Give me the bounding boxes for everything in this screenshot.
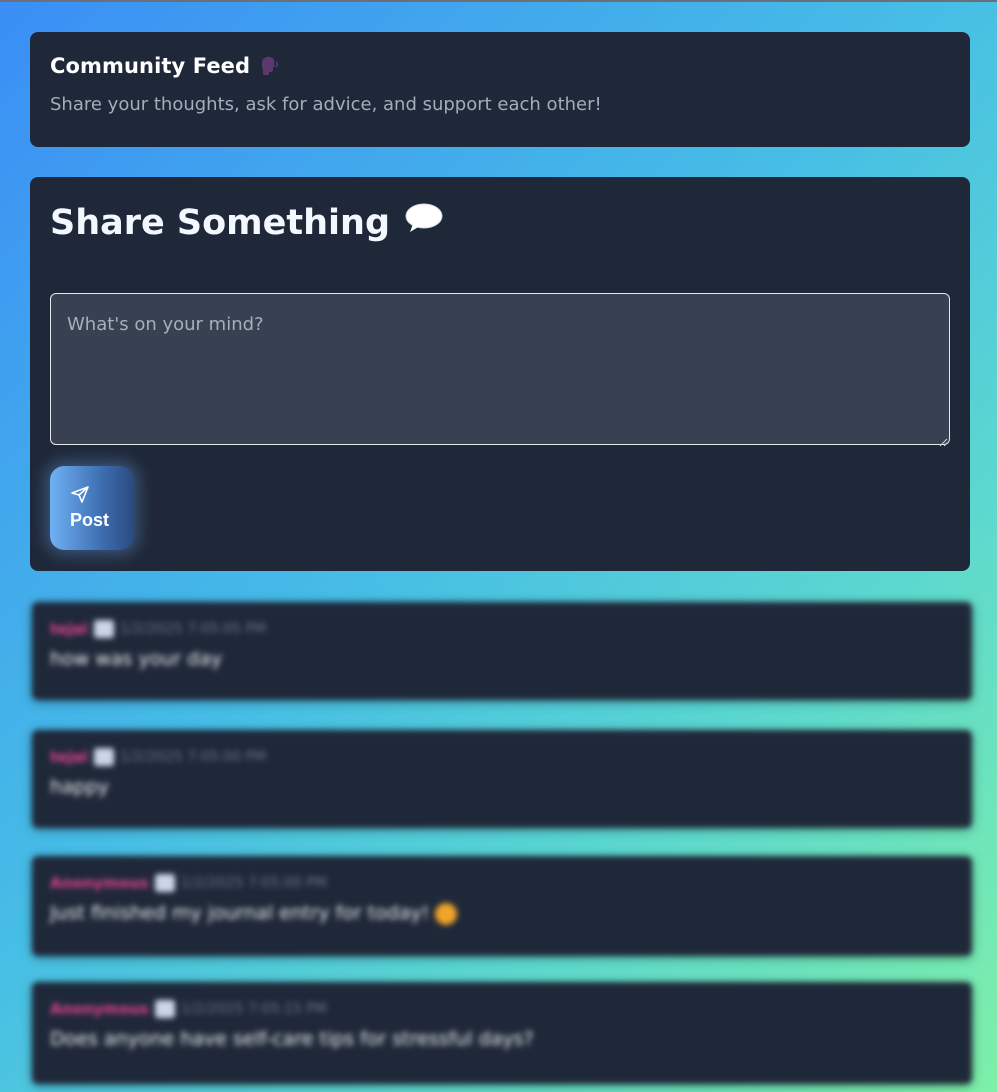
smiley-emoji-icon xyxy=(435,902,458,925)
page-title: Community Feed xyxy=(50,54,251,78)
post-timestamp: 1/2/2025 7:05:00 PM xyxy=(180,875,327,891)
post-timestamp: 1/2/2025 7:05:00 PM xyxy=(119,749,267,765)
calendar-icon xyxy=(93,748,114,766)
post-author[interactable]: tejal xyxy=(50,620,88,638)
post-button[interactable]: Post xyxy=(50,466,134,550)
composer-title: Share Something xyxy=(50,202,391,243)
post-text: Just finished my journal entry for today… xyxy=(50,902,430,924)
textarea-resize-handle[interactable] xyxy=(938,432,948,447)
share-something-card: Share Something Post xyxy=(30,177,970,571)
calendar-icon xyxy=(154,1000,175,1018)
speech-bubble-icon xyxy=(404,201,444,244)
post-input[interactable] xyxy=(50,293,950,445)
page-subtitle: Share your thoughts, ask for advice, and… xyxy=(50,94,602,115)
post-text: Does anyone have self-care tips for stre… xyxy=(50,1028,534,1050)
post-author[interactable]: tejal xyxy=(50,748,88,766)
feed-post: tejal 1/2/2025 7:05:05 PM how was your d… xyxy=(32,602,972,700)
post-text: how was your day xyxy=(50,648,223,670)
calendar-icon xyxy=(154,874,175,892)
feed-post: tejal 1/2/2025 7:05:00 PM happy xyxy=(32,730,972,828)
feed-post: Anonymous 1/2/2025 7:05:00 PM Just finis… xyxy=(32,856,972,956)
speaking-head-icon xyxy=(258,55,280,77)
post-text: happy xyxy=(50,776,110,798)
post-button-label: Post xyxy=(70,510,110,530)
post-timestamp: 1/2/2025 7:05:15 PM xyxy=(180,1001,327,1017)
post-timestamp: 1/2/2025 7:05:05 PM xyxy=(119,621,267,637)
post-author[interactable]: Anonymous xyxy=(50,1000,149,1018)
send-icon xyxy=(70,485,90,506)
post-author[interactable]: Anonymous xyxy=(50,874,149,892)
feed-post: Anonymous 1/2/2025 7:05:15 PM Does anyon… xyxy=(32,982,972,1084)
window-top-border xyxy=(0,0,997,2)
calendar-icon xyxy=(93,620,114,638)
community-feed-header: Community Feed Share your thoughts, ask … xyxy=(30,32,970,147)
